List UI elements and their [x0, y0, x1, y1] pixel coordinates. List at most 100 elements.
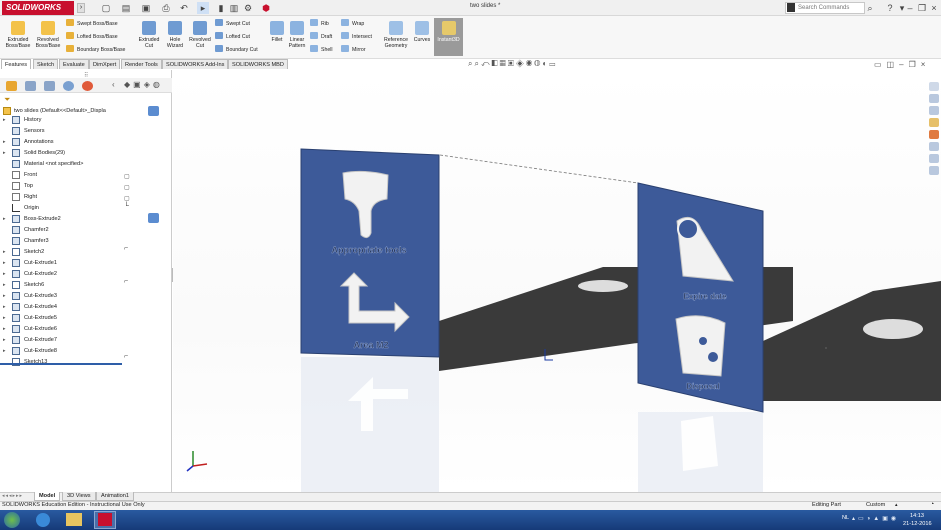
tab-animation1[interactable]: Animation1 — [96, 492, 134, 501]
file-explorer-icon[interactable] — [929, 118, 939, 127]
tree-item-cut-extrude3[interactable]: ▸ Cut-Extrude3 — [0, 291, 122, 301]
tree-item-annotations[interactable]: ▸ Annotations — [0, 137, 122, 147]
tab-evaluate[interactable]: Evaluate — [59, 59, 89, 69]
display-manager-tab-icon[interactable] — [82, 81, 93, 91]
help-icon[interactable]: ? — [884, 2, 896, 14]
tree-item-material[interactable]: Material <not specified> — [0, 159, 122, 169]
revolved-cut-button[interactable]: Revolved Cut — [187, 21, 213, 49]
revolved-boss-base-button[interactable]: Revolved Boss/Base — [34, 21, 62, 49]
new-document-icon[interactable]: ▢ — [100, 2, 112, 14]
appearance-icon[interactable] — [148, 106, 159, 116]
tree-item-boss-extrude2[interactable]: ▸ Boss-Extrude2 — [0, 214, 122, 224]
home-icon[interactable] — [929, 82, 939, 91]
minimize-icon[interactable]: – — [904, 2, 916, 14]
tree-item-solid-bodies[interactable]: ▸ Solid Bodies(29) — [0, 148, 122, 158]
forum-icon[interactable] — [929, 166, 939, 175]
view-orientation-icon[interactable]: ▣ — [508, 59, 516, 68]
menu-expand-icon[interactable]: › — [77, 3, 85, 13]
search-input[interactable]: Search Commands — [785, 2, 865, 14]
tab-dimxpert[interactable]: DimXpert — [89, 59, 121, 69]
curves-button[interactable]: Curves — [411, 21, 433, 43]
appearances-icon[interactable] — [929, 130, 939, 139]
system-tray-icons[interactable]: ▴▭◑▲▣◉ — [852, 515, 899, 522]
tree-item-cut-extrude5[interactable]: ▸ Cut-Extrude5 — [0, 313, 122, 323]
tree-item-front-plane[interactable]: Front — [0, 170, 122, 180]
unit-system-select[interactable]: Custom — [866, 502, 885, 508]
custom-properties-icon[interactable] — [929, 154, 939, 163]
design-library-icon[interactable] — [929, 106, 939, 115]
lofted-boss-base-button[interactable]: Lofted Boss/Base — [66, 32, 118, 41]
tree-item-cut-extrude6[interactable]: ▸ Cut-Extrude6 — [0, 324, 122, 334]
origin-visibility-icon[interactable]: └ — [124, 203, 129, 210]
undo-icon[interactable]: ↶ — [178, 2, 190, 14]
clock-date[interactable]: 21-12-2016 — [903, 521, 932, 527]
rib-button[interactable]: Rib — [310, 19, 329, 28]
boundary-cut-button[interactable]: Boundary Cut — [215, 45, 258, 54]
chevron-up-icon[interactable]: ▴ — [895, 502, 898, 508]
display-pane-icons[interactable]: ◆▣◈◍ — [124, 80, 163, 89]
language-indicator[interactable]: NL — [842, 515, 849, 521]
search-icon[interactable]: ⌕ — [864, 2, 876, 14]
extruded-boss-base-button[interactable]: Extruded Boss/Base — [4, 21, 32, 49]
restore-icon[interactable]: ❐ — [916, 2, 928, 14]
dynamic-annotation-icon[interactable]: ▦ — [500, 59, 508, 68]
extruded-cut-button[interactable]: Extruded Cut — [136, 21, 162, 49]
tab-solidworks-mbd[interactable]: SOLIDWORKS MBD — [228, 59, 288, 69]
tab-model[interactable]: Model — [34, 492, 61, 501]
sketch-visibility-icon[interactable]: ⌐ — [124, 245, 128, 252]
feature-manager-tab-icon[interactable] — [6, 81, 17, 91]
rebuild-icon[interactable]: ▮ — [215, 2, 227, 14]
reference-geometry-button[interactable]: Reference Geometry — [380, 21, 412, 49]
tab-features[interactable]: Features — [1, 59, 32, 69]
plane-visibility-icons[interactable]: ▢ ▢ ▢ — [124, 172, 132, 206]
viewport-window-controls[interactable]: ▭◫–❐× — [874, 60, 930, 69]
graphics-viewport[interactable]: Appropriate tools Area M2 Expire date Di… — [173, 71, 941, 492]
sketch-visibility-icon[interactable]: ⌐ — [124, 353, 128, 360]
tab-scroll-icons[interactable]: ◂◂◂▸▸▸ — [2, 493, 23, 499]
solidworks-logo[interactable]: SOLIDWORKS — [2, 1, 74, 15]
rollback-bar[interactable] — [0, 363, 122, 365]
boundary-boss-base-button[interactable]: Boundary Boss/Base — [66, 45, 125, 54]
intersect-button[interactable]: Intersect — [341, 32, 372, 41]
draft-button[interactable]: Draft — [310, 32, 332, 41]
tree-item-cut-extrude1[interactable]: ▸ Cut-Extrude1 — [0, 258, 122, 268]
file-explorer-taskbar-icon[interactable] — [66, 513, 82, 526]
chevron-left-icon[interactable]: ‹ — [112, 80, 115, 89]
tree-item-right-plane[interactable]: Right — [0, 192, 122, 202]
instant3d-button[interactable]: Instant3D — [434, 18, 463, 56]
section-view-icon[interactable]: ◧ — [492, 59, 500, 68]
tree-item-chamfer2[interactable]: Chamfer2 — [0, 225, 122, 235]
tree-item-chamfer3[interactable]: Chamfer3 — [0, 236, 122, 246]
solidworks-resources-icon[interactable]: ⬢ — [260, 2, 272, 14]
sketch-visibility-icon[interactable]: ⌐ — [124, 278, 128, 285]
tab-3d-views[interactable]: 3D Views — [62, 492, 96, 501]
configuration-manager-tab-icon[interactable] — [44, 81, 55, 91]
close-icon[interactable]: × — [928, 2, 940, 14]
tree-item-sketch13[interactable]: Sketch13 — [0, 357, 122, 367]
hide-show-items-icon[interactable]: ◉ — [526, 59, 534, 68]
property-manager-tab-icon[interactable] — [25, 81, 36, 91]
tree-item-origin[interactable]: Origin — [0, 203, 122, 213]
dimxpert-manager-tab-icon[interactable] — [63, 81, 74, 91]
tree-item-sketch2[interactable]: ▸ Sketch2 — [0, 247, 122, 257]
file-properties-icon[interactable]: ▥ — [228, 2, 240, 14]
start-button-icon[interactable] — [4, 512, 20, 528]
tree-item-cut-extrude4[interactable]: ▸ Cut-Extrude4 — [0, 302, 122, 312]
tree-item-sensors[interactable]: Sensors — [0, 126, 122, 136]
view-palette-icon[interactable] — [929, 142, 939, 151]
lofted-cut-button[interactable]: Lofted Cut — [215, 32, 250, 41]
tree-item-cut-extrude2[interactable]: ▸ Cut-Extrude2 — [0, 269, 122, 279]
select-icon[interactable]: ▸ — [197, 2, 209, 14]
hole-wizard-button[interactable]: Hole Wizard — [162, 21, 188, 49]
tree-item-sketch6[interactable]: ▸ Sketch6 — [0, 280, 122, 290]
tab-sketch[interactable]: Sketch — [33, 59, 59, 69]
appearance-icon[interactable] — [148, 213, 159, 223]
save-icon[interactable]: ▣ — [140, 2, 152, 14]
tree-item-cut-extrude7[interactable]: ▸ Cut-Extrude7 — [0, 335, 122, 345]
swept-boss-base-button[interactable]: Swept Boss/Base — [66, 19, 118, 28]
tree-item-top-plane[interactable]: Top — [0, 181, 122, 191]
tab-render-tools[interactable]: Render Tools — [121, 59, 162, 69]
resources-icon[interactable] — [929, 94, 939, 103]
shell-button[interactable]: Shell — [310, 45, 333, 54]
print-icon[interactable]: ⎙ — [160, 2, 172, 14]
